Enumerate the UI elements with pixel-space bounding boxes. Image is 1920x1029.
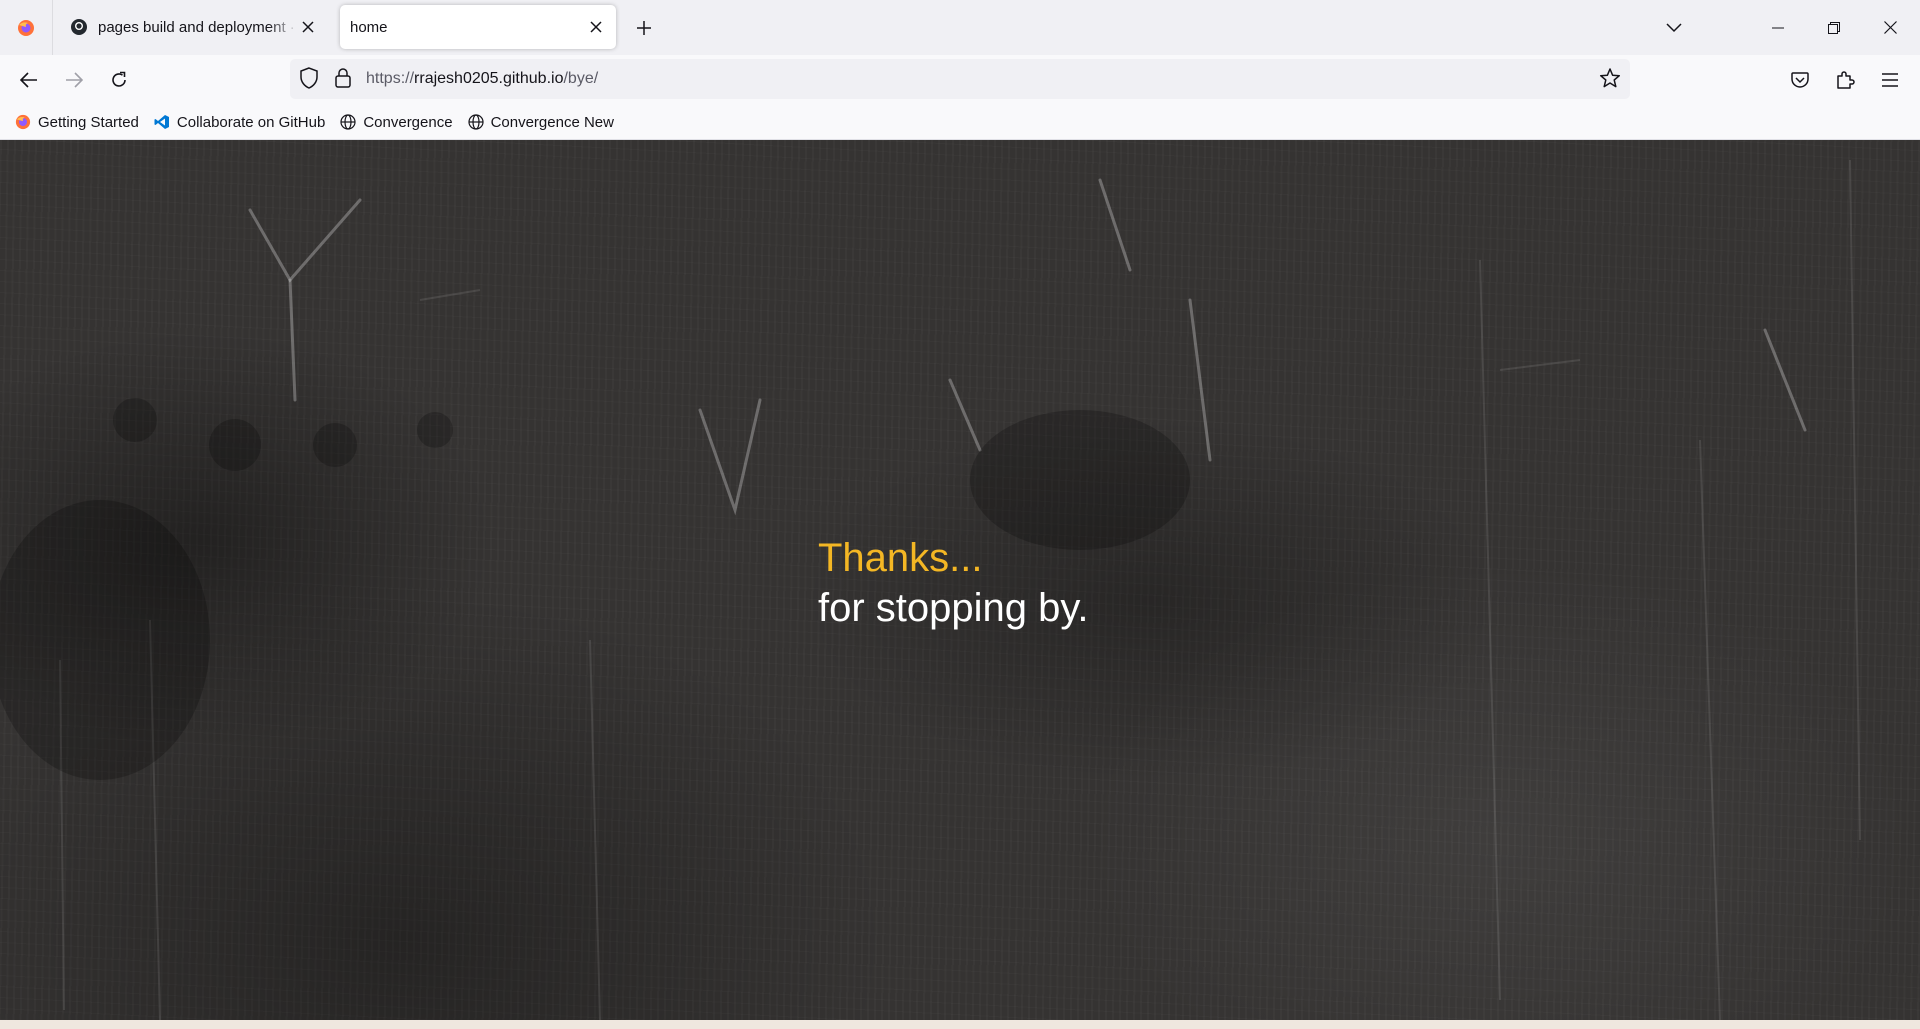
page-content: Thanks... for stopping by. bbox=[0, 140, 1920, 1020]
firefox-icon bbox=[14, 113, 32, 131]
firefox-icon bbox=[18, 19, 34, 36]
tracking-protection-button[interactable] bbox=[299, 67, 319, 94]
pocket-button[interactable] bbox=[1784, 64, 1816, 96]
extensions-icon bbox=[1837, 71, 1855, 89]
tab-pages-build[interactable]: pages build and deployment · r bbox=[60, 5, 328, 49]
bookmark-star-button[interactable] bbox=[1599, 67, 1621, 94]
bookmark-getting-started[interactable]: Getting Started bbox=[14, 113, 139, 131]
star-icon bbox=[1599, 68, 1621, 88]
url-scheme: https:// bbox=[366, 70, 415, 87]
minimize-button[interactable] bbox=[1750, 0, 1806, 55]
hamburger-menu-icon bbox=[1882, 73, 1898, 87]
navigation-toolbar: https://rrajesh0205.github.io/bye/ bbox=[0, 55, 1920, 105]
forward-icon bbox=[66, 72, 83, 88]
page-subheading: for stopping by. bbox=[818, 586, 1089, 630]
bookmark-convergence-new[interactable]: Convergence New bbox=[467, 113, 614, 131]
tab-title: pages build and deployment · r bbox=[98, 18, 298, 36]
close-icon bbox=[302, 21, 314, 33]
close-tab-button[interactable] bbox=[586, 17, 606, 37]
back-icon bbox=[20, 72, 37, 88]
shield-icon bbox=[300, 67, 318, 89]
bookmark-label: Convergence New bbox=[490, 113, 614, 131]
tab-title: home bbox=[350, 18, 388, 36]
restore-button[interactable] bbox=[1806, 0, 1862, 55]
globe-icon bbox=[339, 113, 357, 131]
bookmark-label: Getting Started bbox=[38, 113, 139, 131]
page-heading: Thanks... bbox=[818, 536, 983, 580]
github-icon bbox=[71, 19, 87, 35]
bookmark-convergence[interactable]: Convergence bbox=[339, 113, 453, 131]
bookmarks-toolbar: Getting Started Collaborate on GitHub Co… bbox=[0, 105, 1920, 140]
bookmark-label: Collaborate on GitHub bbox=[176, 113, 326, 131]
pocket-icon bbox=[1791, 72, 1809, 88]
back-button[interactable] bbox=[13, 64, 45, 96]
chevron-down-icon bbox=[1666, 23, 1682, 33]
plus-icon bbox=[637, 21, 651, 35]
farewell-message: Thanks... for stopping by. bbox=[818, 533, 1089, 633]
tab-strip: pages build and deployment · r home bbox=[0, 0, 1920, 55]
close-window-button[interactable] bbox=[1862, 0, 1918, 55]
url-host: rrajesh0205.github.io bbox=[414, 70, 564, 87]
restore-icon bbox=[1828, 21, 1840, 34]
minimize-icon bbox=[1772, 27, 1784, 28]
tab-home[interactable]: home bbox=[340, 5, 616, 49]
app-menu-button[interactable] bbox=[1874, 64, 1906, 96]
site-info-button[interactable] bbox=[334, 67, 352, 94]
firefox-view-button[interactable] bbox=[0, 0, 53, 55]
page-bottom-edge bbox=[0, 1020, 1920, 1029]
address-bar[interactable]: https://rrajesh0205.github.io/bye/ bbox=[290, 59, 1630, 99]
reload-button[interactable] bbox=[103, 64, 135, 96]
url-text[interactable]: https://rrajesh0205.github.io/bye/ bbox=[366, 70, 598, 88]
close-icon bbox=[590, 21, 602, 33]
close-icon bbox=[1883, 21, 1897, 34]
reload-icon bbox=[112, 71, 126, 87]
forward-button[interactable] bbox=[58, 64, 90, 96]
list-all-tabs-button[interactable] bbox=[1660, 14, 1688, 42]
url-path: /bye/ bbox=[563, 70, 599, 87]
vscode-icon bbox=[153, 113, 171, 131]
bookmark-label: Convergence bbox=[363, 113, 453, 131]
new-tab-button[interactable] bbox=[630, 14, 658, 42]
close-tab-button[interactable] bbox=[298, 17, 318, 37]
bookmark-collaborate-on-github[interactable]: Collaborate on GitHub bbox=[153, 113, 325, 131]
extensions-button[interactable] bbox=[1829, 64, 1861, 96]
lock-icon bbox=[335, 68, 351, 88]
globe-icon bbox=[467, 113, 485, 131]
